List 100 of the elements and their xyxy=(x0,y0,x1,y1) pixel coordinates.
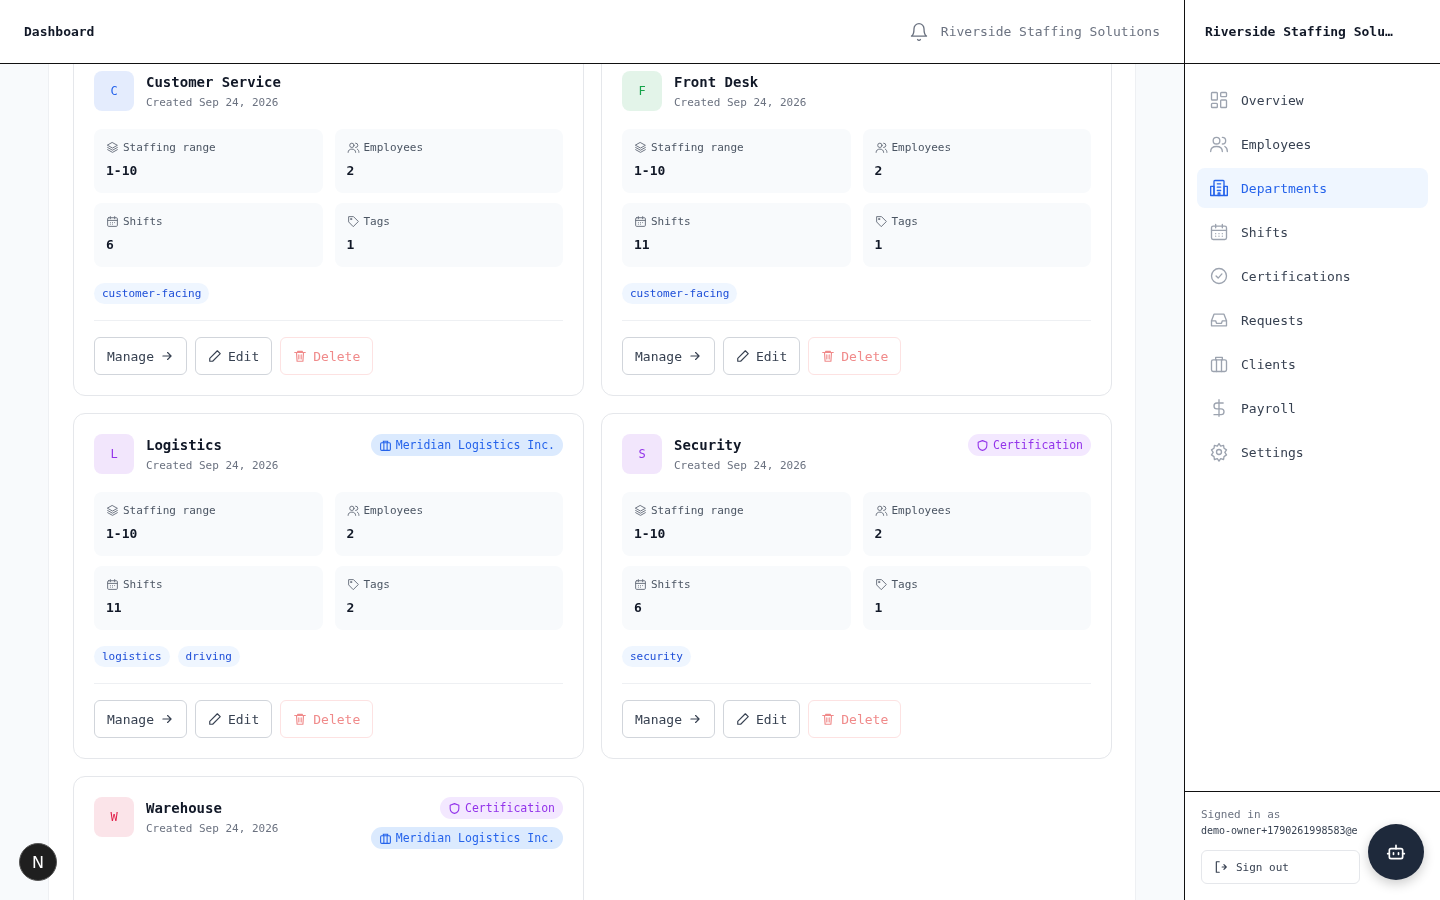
nav-item[interactable]: Departments xyxy=(1197,168,1428,208)
calendar-icon xyxy=(1209,222,1229,242)
department-name: Front Desk xyxy=(674,74,760,90)
layers-icon xyxy=(634,504,647,517)
stat-label: Tags xyxy=(363,215,390,228)
nav-item[interactable]: Employees xyxy=(1197,124,1428,164)
stat-label: Shifts xyxy=(123,578,163,591)
department-avatar: L xyxy=(94,434,134,474)
stat-value: 1-10 xyxy=(106,163,139,178)
department-avatar: F xyxy=(622,71,662,111)
calendar-icon xyxy=(106,578,119,591)
bell-icon[interactable] xyxy=(908,21,929,42)
edit-button[interactable]: Edit xyxy=(722,337,801,375)
edit-button[interactable]: Edit xyxy=(722,700,801,738)
pencil-icon xyxy=(735,712,750,726)
layers-icon xyxy=(106,141,119,154)
stat-label: Shifts xyxy=(123,215,163,228)
created-date: Created Sep 24, 2026 xyxy=(146,459,280,472)
grid-icon xyxy=(1209,90,1229,110)
client-badge: Meridian Logistics Inc. xyxy=(370,434,563,456)
trash-icon xyxy=(293,349,308,363)
tag-chip: driving xyxy=(177,646,240,667)
sign-out-button[interactable]: Sign out xyxy=(1201,850,1360,884)
trash-icon xyxy=(293,712,308,726)
calendar-icon xyxy=(634,215,647,228)
users-icon xyxy=(346,141,360,154)
arrow-right-icon xyxy=(687,712,702,726)
manage-button[interactable]: Manage xyxy=(94,337,187,375)
stat-value: 6 xyxy=(634,600,643,615)
manage-button[interactable]: Manage xyxy=(622,700,715,738)
stat-label: Employees xyxy=(363,141,424,154)
stat-value: 1 xyxy=(874,600,884,615)
stat-label: Staffing range xyxy=(123,504,216,517)
sign-out-icon xyxy=(1214,860,1228,874)
pencil-icon xyxy=(207,712,222,726)
stat-value: 2 xyxy=(874,526,884,541)
department-avatar: C xyxy=(94,71,134,111)
calendar-icon xyxy=(634,578,647,591)
department-name: Logistics xyxy=(146,437,223,453)
chat-bot-button[interactable] xyxy=(1368,824,1424,880)
stat-label: Staffing range xyxy=(651,141,744,154)
nav-item[interactable]: Certifications xyxy=(1197,256,1428,296)
nav-item[interactable]: Shifts xyxy=(1197,212,1428,252)
nav-item[interactable]: Payroll xyxy=(1197,388,1428,428)
nav-item[interactable]: Clients xyxy=(1197,344,1428,384)
stat-value: 2 xyxy=(874,163,884,178)
organization-name: Riverside Staffing Solutions xyxy=(940,24,1160,39)
edit-button[interactable]: Edit xyxy=(194,337,273,375)
user-email: demo-owner+1790261998583@e xyxy=(1201,825,1358,836)
robot-icon xyxy=(1386,842,1406,862)
tag-chip: security xyxy=(622,646,691,667)
department-avatar: S xyxy=(622,434,662,474)
users-icon xyxy=(874,141,888,154)
stat-value: 11 xyxy=(106,600,123,615)
tag-icon xyxy=(346,215,360,228)
layers-icon xyxy=(106,504,119,517)
arrow-right-icon xyxy=(159,349,174,363)
department-name: Security xyxy=(674,437,743,453)
edit-button[interactable]: Edit xyxy=(194,700,273,738)
tag-icon xyxy=(874,215,888,228)
sidebar-title: Riverside Staffing Solu… xyxy=(1205,24,1393,39)
stat-label: Staffing range xyxy=(651,504,744,517)
stat-value: 2 xyxy=(346,600,356,615)
stat-value: 11 xyxy=(634,237,651,252)
pencil-icon xyxy=(735,349,750,363)
users-icon xyxy=(346,504,360,517)
stat-value: 1 xyxy=(874,237,884,252)
tag-chip: customer-facing xyxy=(622,283,738,304)
arrow-right-icon xyxy=(159,712,174,726)
badge-icon xyxy=(1209,266,1229,286)
pencil-icon xyxy=(207,349,222,363)
created-date: Created Sep 24, 2026 xyxy=(674,96,808,109)
stat-value: 1-10 xyxy=(106,526,139,541)
stat-label: Tags xyxy=(363,578,390,591)
layers-icon xyxy=(634,141,647,154)
stat-label: Shifts xyxy=(651,578,691,591)
tag-chip: logistics xyxy=(94,646,170,667)
stat-value: 1-10 xyxy=(634,526,667,541)
stat-value: 1 xyxy=(346,237,356,252)
client-badge: Meridian Logistics Inc. xyxy=(370,827,563,849)
stat-label: Tags xyxy=(891,578,918,591)
stat-label: Shifts xyxy=(651,215,691,228)
nav-item[interactable]: Requests xyxy=(1197,300,1428,340)
manage-button[interactable]: Manage xyxy=(94,700,187,738)
arrow-right-icon xyxy=(687,349,702,363)
department-name: Customer Service xyxy=(146,74,282,90)
users-icon xyxy=(1209,134,1229,154)
certification-badge: Certification xyxy=(440,797,563,819)
stat-value: 2 xyxy=(346,526,356,541)
manage-button[interactable]: Manage xyxy=(622,337,715,375)
stat-label: Tags xyxy=(891,215,918,228)
calendar-icon xyxy=(106,215,119,228)
stat-label: Employees xyxy=(891,141,952,154)
nav-item[interactable]: Settings xyxy=(1197,432,1428,472)
building-icon xyxy=(1209,178,1229,198)
stat-value: 1-10 xyxy=(634,163,667,178)
stat-value: 6 xyxy=(106,237,115,252)
users-icon xyxy=(874,504,888,517)
nav-item[interactable]: Overview xyxy=(1197,80,1428,120)
stat-label: Staffing range xyxy=(123,141,216,154)
